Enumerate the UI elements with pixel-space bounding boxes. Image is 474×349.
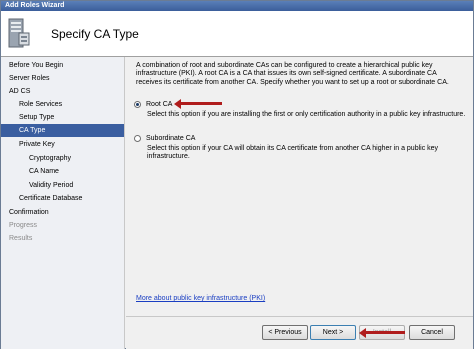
previous-button[interactable]: < Previous (262, 325, 308, 340)
window-title: Add Roles Wizard (5, 2, 65, 9)
pki-help-link[interactable]: More about public key infrastructure (PK… (136, 295, 265, 302)
nav-item-certificate-database[interactable]: Certificate Database (19, 192, 124, 205)
subordinate-ca-option[interactable]: Subordinate CA (134, 133, 195, 143)
cancel-button[interactable]: Cancel (409, 325, 455, 340)
wizard-footer: < Previous Next > Install Cancel (126, 316, 473, 349)
title-bar[interactable]: Add Roles Wizard (1, 1, 473, 11)
wizard-header: Specify CA Type (1, 11, 473, 57)
root-ca-option[interactable]: Root CA (134, 99, 172, 109)
add-roles-wizard-window: Add Roles Wizard Specify CA Type Before … (0, 0, 474, 349)
nav-item-private-key[interactable]: Private Key (19, 138, 124, 151)
annotation-arrow-root-ca (174, 98, 222, 109)
nav-item-results: Results (9, 235, 33, 242)
subordinate-ca-description: Select this option if your CA will obtai… (147, 145, 439, 161)
root-ca-radio[interactable] (134, 100, 141, 108)
nav-item-ca-name[interactable]: CA Name (29, 165, 124, 178)
subordinate-ca-label[interactable]: Subordinate CA (146, 135, 195, 142)
root-ca-description: Select this option if you are installing… (147, 111, 466, 118)
nav-item-confirmation[interactable]: Confirmation (9, 206, 124, 219)
nav-item-cryptography[interactable]: Cryptography (29, 152, 124, 165)
root-ca-label[interactable]: Root CA (146, 101, 172, 108)
nav-item-setup-type[interactable]: Setup Type (19, 111, 124, 124)
nav-item-validity-period[interactable]: Validity Period (29, 179, 124, 192)
page-description: A combination of root and subordinate CA… (136, 62, 449, 86)
nav-item-role-services[interactable]: Role Services (19, 98, 124, 111)
nav-item-progress: Progress (9, 222, 38, 229)
nav-item-server-roles[interactable]: Server Roles (9, 72, 124, 85)
annotation-arrow-next (359, 327, 405, 338)
server-roles-icon (8, 18, 30, 48)
nav-item-ad-cs[interactable]: AD CS (9, 85, 124, 98)
nav-item-ca-type[interactable]: CA Type (1, 124, 124, 137)
content-pane: A combination of root and subordinate CA… (126, 57, 473, 316)
subordinate-ca-radio[interactable] (134, 134, 141, 142)
page-title: Specify CA Type (51, 27, 139, 41)
nav-item-before-you-begin[interactable]: Before You Begin (9, 59, 124, 72)
next-button[interactable]: Next > (310, 325, 356, 340)
wizard-nav: Before You Begin Server Roles AD CS Role… (1, 57, 125, 349)
